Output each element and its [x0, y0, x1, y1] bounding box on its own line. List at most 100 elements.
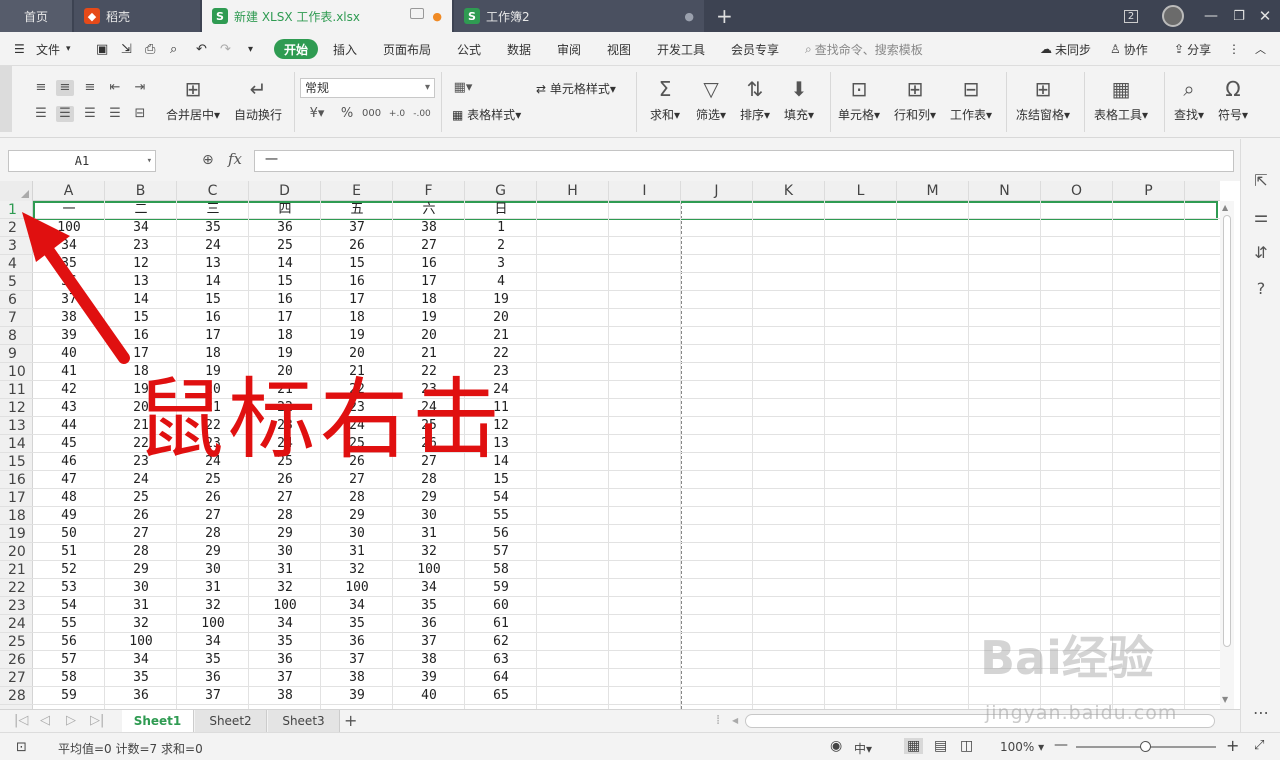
table-cell[interactable]: 44	[33, 417, 105, 435]
decrease-decimal-icon[interactable]: -.00	[413, 106, 431, 122]
table-cell[interactable]: 45	[33, 435, 105, 453]
column-header-j[interactable]: J	[681, 181, 753, 201]
column-header-o[interactable]: O	[1041, 181, 1113, 201]
table-cell[interactable]: 28	[393, 471, 465, 489]
row-header[interactable]: 12	[0, 399, 33, 417]
table-cell[interactable]: 41	[33, 363, 105, 381]
table-cell[interactable]: 27	[249, 489, 321, 507]
table-cell[interactable]: 15	[465, 471, 537, 489]
table-cell[interactable]: 4	[465, 273, 537, 291]
table-cell[interactable]: 16	[105, 327, 177, 345]
restore-icon[interactable]: ❐	[1226, 0, 1252, 32]
table-cell[interactable]: 3	[465, 255, 537, 273]
formula-input[interactable]: 一	[254, 150, 1234, 172]
column-header-m[interactable]: M	[897, 181, 969, 201]
table-cell[interactable]: 20	[321, 345, 393, 363]
row-header[interactable]: 25	[0, 633, 33, 651]
row-header[interactable]: 22	[0, 579, 33, 597]
table-cell[interactable]: 100	[249, 597, 321, 615]
table-cell[interactable]: 64	[465, 669, 537, 687]
table-cell[interactable]: 37	[393, 633, 465, 651]
merge-center-button[interactable]: ⊞ 合并居中▾	[166, 76, 220, 123]
row-header[interactable]: 24	[0, 615, 33, 633]
table-cell[interactable]: 13	[177, 255, 249, 273]
table-cell[interactable]: 15	[249, 273, 321, 291]
next-sheet-icon[interactable]: ▷	[66, 713, 76, 728]
cell-style-button[interactable]: ⇄ 单元格样式▾	[536, 80, 616, 97]
row-header[interactable]: 23	[0, 597, 33, 615]
redo-icon[interactable]: ↷	[220, 32, 231, 66]
table-cell[interactable]: 18	[393, 291, 465, 309]
table-cell[interactable]: 16	[177, 309, 249, 327]
collapse-ribbon-icon[interactable]: ︿	[1255, 32, 1266, 66]
table-cell[interactable]: 56	[33, 633, 105, 651]
table-cell[interactable]: 35	[177, 219, 249, 237]
table-cell[interactable]: 39	[321, 687, 393, 705]
table-cell[interactable]: 38	[249, 687, 321, 705]
table-cell[interactable]: 16	[321, 273, 393, 291]
table-cell[interactable]: 31	[105, 597, 177, 615]
table-cell[interactable]: 一	[33, 201, 105, 219]
table-cell[interactable]: 12	[105, 255, 177, 273]
decrease-indent-icon[interactable]: ⇤	[106, 80, 124, 96]
table-cell[interactable]: 14	[249, 255, 321, 273]
percent-button[interactable]: %	[338, 106, 356, 122]
row-header[interactable]: 2	[0, 219, 33, 237]
table-cell[interactable]: 17	[393, 273, 465, 291]
wrap-text-button[interactable]: ↵ 自动换行	[234, 76, 282, 123]
row-header[interactable]: 10	[0, 363, 33, 381]
new-tab-plus-icon[interactable]: +	[716, 4, 733, 28]
table-cell[interactable]: 59	[33, 687, 105, 705]
table-cell[interactable]: 36	[249, 651, 321, 669]
table-cell[interactable]: 15	[321, 255, 393, 273]
sort-button[interactable]: ⇅ 排序▾	[740, 76, 770, 123]
row-header[interactable]: 6	[0, 291, 33, 309]
save-icon[interactable]: ▣	[96, 32, 108, 66]
menu-tab-formula[interactable]: 公式	[457, 32, 481, 66]
row-header[interactable]: 26	[0, 651, 33, 669]
increase-decimal-icon[interactable]: +.0	[388, 106, 406, 122]
close-icon[interactable]: ✕	[1252, 0, 1278, 32]
table-cell[interactable]: 36	[177, 669, 249, 687]
row-header[interactable]: 1	[0, 201, 33, 219]
thousands-button[interactable]: 000	[362, 106, 381, 122]
row-header[interactable]: 13	[0, 417, 33, 435]
freeze-panes-button[interactable]: ⊞ 冻结窗格▾	[1016, 76, 1070, 123]
fx-icon[interactable]: fx	[228, 150, 242, 168]
table-cell[interactable]: 25	[177, 471, 249, 489]
row-header[interactable]: 21	[0, 561, 33, 579]
table-cell[interactable]: 30	[249, 543, 321, 561]
currency-button[interactable]: ¥▾	[306, 106, 328, 122]
table-cell[interactable]: 25	[249, 237, 321, 255]
minimize-icon[interactable]: —	[1198, 0, 1224, 32]
table-cell[interactable]: 34	[33, 237, 105, 255]
undo-icon[interactable]: ↶	[196, 32, 207, 66]
table-cell[interactable]: 38	[393, 651, 465, 669]
eye-protection-icon[interactable]: ◉	[830, 738, 842, 754]
table-cell[interactable]: 31	[393, 525, 465, 543]
menu-tab-view[interactable]: 视图	[607, 32, 631, 66]
table-cell[interactable]: 100	[177, 615, 249, 633]
table-cell[interactable]: 29	[321, 507, 393, 525]
table-cell[interactable]: 18	[321, 309, 393, 327]
table-cell[interactable]: 36	[249, 219, 321, 237]
table-cell[interactable]: 二	[105, 201, 177, 219]
table-cell[interactable]: 55	[33, 615, 105, 633]
scroll-left-arrow-icon[interactable]: ◀	[732, 716, 738, 725]
zoom-out-icon[interactable]: —	[1054, 737, 1068, 753]
table-cell[interactable]: 34	[249, 615, 321, 633]
table-cell[interactable]: 54	[465, 489, 537, 507]
monitor-icon[interactable]	[410, 8, 424, 19]
table-cell[interactable]: 29	[249, 525, 321, 543]
table-cell[interactable]: 30	[177, 561, 249, 579]
table-cell[interactable]: 35	[33, 255, 105, 273]
table-cell[interactable]: 47	[33, 471, 105, 489]
table-cell[interactable]: 100	[105, 633, 177, 651]
table-cell[interactable]: 37	[33, 291, 105, 309]
table-cell[interactable]: 100	[321, 579, 393, 597]
table-cell[interactable]: 三	[177, 201, 249, 219]
macro-record-icon[interactable]: ⊡	[16, 740, 27, 755]
table-cell[interactable]: 27	[321, 471, 393, 489]
table-cell[interactable]: 38	[33, 309, 105, 327]
menu-tab-data[interactable]: 数据	[507, 32, 531, 66]
